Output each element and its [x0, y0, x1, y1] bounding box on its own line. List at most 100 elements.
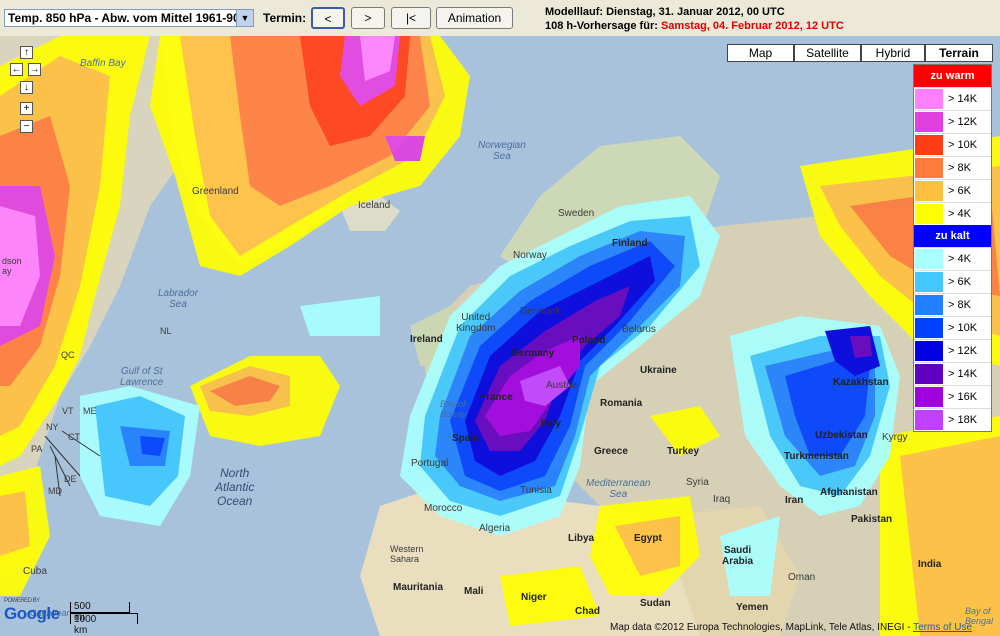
- map-label-austria: Austria: [546, 380, 578, 391]
- chevron-down-icon[interactable]: ▼: [236, 10, 253, 26]
- map-label-md: MD: [48, 486, 62, 496]
- legend-swatch: [915, 89, 943, 109]
- attribution-text: Map data ©2012 Europa Technologies, MapL…: [610, 622, 911, 633]
- legend-row: > 14K: [914, 362, 991, 385]
- legend-swatch: [915, 295, 943, 315]
- map-label-labrador-sea: Labrador Sea: [158, 288, 199, 310]
- legend-label: > 8K: [948, 299, 971, 311]
- legend-label: > 14K: [948, 93, 978, 105]
- map-label-romania: Romania: [600, 398, 643, 409]
- legend-row: > 10K: [914, 316, 991, 339]
- legend-label: > 16K: [948, 391, 978, 403]
- map-label-morocco: Morocco: [424, 503, 463, 514]
- map-label-vt: VT: [62, 406, 74, 416]
- legend-swatch: [915, 181, 943, 201]
- map-label-mediterranean: Mediterranean Sea: [586, 478, 651, 500]
- map-label-libya: Libya: [568, 533, 595, 544]
- map-label-hudson-bay: dson ay: [2, 256, 22, 276]
- powered-by-label: POWERED BY: [4, 598, 40, 604]
- legend-row: > 14K: [914, 87, 991, 110]
- legend-swatch: [915, 158, 943, 178]
- map-label-ukraine: Ukraine: [640, 365, 677, 376]
- pan-left-button[interactable]: ←: [10, 63, 23, 76]
- model-run-line: Modelllauf: Dienstag, 31. Januar 2012, 0…: [545, 6, 785, 18]
- google-logo-text: Google: [4, 604, 60, 623]
- legend-row: > 18K: [914, 408, 991, 431]
- map-label-baffin-bay: Baffin Bay: [80, 58, 126, 69]
- map-label-kyrgyzstan: Kyrgy: [882, 432, 908, 443]
- map-attribution: Map data ©2012 Europa Technologies, MapL…: [610, 622, 972, 633]
- map-label-france: France: [480, 392, 513, 403]
- maptype-hybrid-button[interactable]: Hybrid: [861, 44, 925, 62]
- map-label-belarus: Belarus: [622, 324, 656, 335]
- toolbar: Temp. 850 hPa - Abw. vom Mittel 1961-90 …: [0, 0, 1000, 37]
- legend-row: > 8K: [914, 293, 991, 316]
- map-label-norwegian-sea: Norwegian Sea: [478, 140, 526, 162]
- prev-button[interactable]: <: [311, 7, 345, 29]
- map-label-ny: NY: [46, 422, 59, 432]
- map-label-iraq: Iraq: [713, 494, 731, 505]
- pan-up-button[interactable]: ↑: [20, 46, 33, 59]
- map-label-ireland: Ireland: [410, 334, 443, 345]
- map-label-saudi-arabia: Saudi Arabia: [722, 545, 754, 567]
- parameter-select-value: Temp. 850 hPa - Abw. vom Mittel 1961-90: [8, 11, 240, 25]
- legend-label: > 6K: [948, 276, 971, 288]
- legend-swatch: [915, 318, 943, 338]
- next-button[interactable]: >: [351, 7, 385, 29]
- map-label-qc: QC: [61, 350, 75, 360]
- legend-label: > 14K: [948, 368, 978, 380]
- legend-row: > 6K: [914, 270, 991, 293]
- map-label-syria: Syria: [686, 477, 709, 488]
- terms-of-use-link[interactable]: Terms of Use: [913, 622, 972, 633]
- map-label-portugal: Portugal: [411, 458, 449, 469]
- legend-swatch: [915, 272, 943, 292]
- legend-row: > 4K: [914, 247, 991, 270]
- termin-label: Termin:: [263, 11, 307, 25]
- map-label-greece: Greece: [594, 446, 628, 457]
- map-label-iran: Iran: [785, 495, 804, 506]
- map-label-mauritania: Mauritania: [393, 582, 444, 593]
- animation-button[interactable]: Animation: [436, 7, 513, 29]
- map-label-tunisia: Tunisia: [520, 485, 552, 496]
- map-label-chad: Chad: [575, 606, 600, 617]
- map-label-gulf-st-lawrence: Gulf of St Lawrence: [120, 366, 164, 388]
- map-label-india: India: [918, 559, 942, 570]
- maptype-satellite-button[interactable]: Satellite: [794, 44, 861, 62]
- forecast-prefix: 108 h-Vorhersage für:: [545, 20, 658, 32]
- maptype-map-button[interactable]: Map: [727, 44, 794, 62]
- parameter-select[interactable]: Temp. 850 hPa - Abw. vom Mittel 1961-90 …: [4, 9, 254, 27]
- legend-row: > 4K: [914, 202, 991, 225]
- map-label-greenland: Greenland: [192, 186, 239, 197]
- zoom-in-button[interactable]: +: [20, 102, 33, 115]
- zoom-out-button[interactable]: −: [20, 120, 33, 133]
- legend-warm-header: zu warm: [914, 65, 991, 87]
- legend-warm-rows: > 14K > 12K > 10K > 8K > 6K > 4K: [914, 87, 991, 225]
- legend-label: > 12K: [948, 345, 978, 357]
- google-logo[interactable]: POWERED BY Google: [4, 598, 60, 624]
- map-label-uzbekistan: Uzbekistan: [815, 430, 868, 441]
- model-run-info: Modelllauf: Dienstag, 31. Januar 2012, 0…: [545, 5, 844, 33]
- legend-row: > 10K: [914, 133, 991, 156]
- map-canvas[interactable]: Baffin Bay Greenland Iceland Norwegian S…: [0, 36, 1000, 636]
- legend-row: > 6K: [914, 179, 991, 202]
- legend-swatch: [915, 112, 943, 132]
- legend-swatch: [915, 387, 943, 407]
- map-label-north-atlantic: North Atlantic Ocean: [215, 466, 255, 508]
- map-label-iceland: Iceland: [358, 200, 391, 211]
- legend-row: > 16K: [914, 385, 991, 408]
- map-layer: [0, 36, 1000, 636]
- maptype-terrain-button[interactable]: Terrain: [925, 44, 993, 62]
- map-label-yemen: Yemen: [736, 602, 769, 613]
- map-label-pakistan: Pakistan: [851, 514, 893, 525]
- map-label-algeria: Algeria: [479, 523, 511, 534]
- first-button[interactable]: |<: [391, 7, 431, 29]
- pan-down-button[interactable]: ↓: [20, 81, 33, 94]
- legend-swatch: [915, 249, 943, 269]
- pan-right-button[interactable]: →: [28, 63, 41, 76]
- legend-label: > 4K: [948, 253, 971, 265]
- legend-label: > 8K: [948, 162, 971, 174]
- map-label-kazakhstan: Kazakhstan: [833, 377, 889, 388]
- map-label-denmark: Denmark: [520, 306, 561, 317]
- legend-label: > 12K: [948, 116, 978, 128]
- legend-label: > 6K: [948, 185, 971, 197]
